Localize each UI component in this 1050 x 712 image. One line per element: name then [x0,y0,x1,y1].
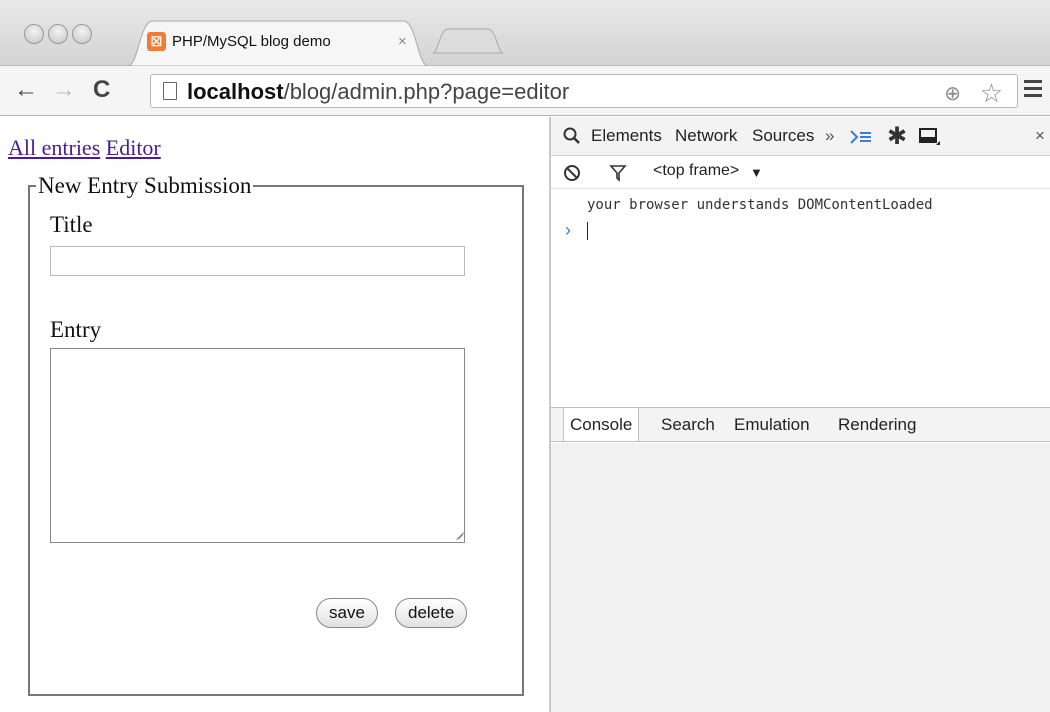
devtools-close-icon[interactable]: × [1035,126,1045,146]
delete-button[interactable]: delete [395,598,468,628]
console-prompt-icon: › [565,220,571,240]
filter-icon[interactable] [609,164,627,182]
chrome-menu-icon[interactable] [1024,80,1042,101]
tab-network[interactable]: Network [675,126,737,146]
window-close-button[interactable] [24,24,44,44]
url-path: /blog/admin.php?page=editor [283,79,570,104]
save-button[interactable]: save [316,598,378,628]
drawer-tab-rendering[interactable]: Rendering [838,408,916,441]
tab-elements[interactable]: Elements [591,126,662,146]
dock-side-icon[interactable] [919,128,941,146]
browser-tabstrip: ☒ PHP/MySQL blog demo × [0,0,1050,67]
window-zoom-button[interactable] [72,24,92,44]
settings-gear-icon[interactable]: ✱ [887,122,907,151]
title-input[interactable] [50,246,465,276]
page-content: All entries Editor New Entry Submission … [0,117,549,712]
back-button[interactable]: ← [14,75,38,105]
url-host: localhost [187,79,284,104]
browser-toolbar: ← → C localhost/blog/admin.php?page=edit… [0,66,1050,116]
drawer-tab-emulation[interactable]: Emulation [734,408,810,441]
reload-button[interactable]: C [93,75,110,105]
drawer-tab-console[interactable]: Console [563,408,640,441]
page-nav: All entries Editor [8,135,161,161]
search-icon[interactable] [563,127,581,145]
zoom-icon[interactable]: ⊕ [944,81,961,106]
form-legend: New Entry Submission [38,173,252,198]
new-tab-button[interactable] [432,28,504,54]
console-drawer-icon[interactable] [849,128,873,146]
entry-label: Entry [50,317,102,342]
frame-selector[interactable]: <top frame> [653,162,739,180]
clear-console-icon[interactable] [563,164,581,182]
all-entries-link[interactable]: All entries [8,135,100,160]
drawer-tab-search[interactable]: Search [661,408,715,441]
bookmark-star-icon[interactable]: ☆ [980,78,1003,109]
url-text[interactable]: localhost/blog/admin.php?page=editor [187,78,569,106]
xampp-favicon-icon: ☒ [147,32,166,51]
tab-title: PHP/MySQL blog demo [172,33,331,50]
drawer-content [551,443,1050,712]
devtools-panel: Elements Network Sources » ✱ × <top fram… [551,117,1050,712]
title-label: Title [50,212,93,237]
console-toolbar: <top frame> ▼ [551,156,1050,189]
drawer-tabbar: Console Search Emulation Rendering [551,407,1050,442]
entry-textarea[interactable] [50,348,465,543]
console-message: your browser understands DOMContentLoade… [587,197,933,213]
address-bar[interactable]: localhost/blog/admin.php?page=editor ⊕ ☆ [150,74,1018,108]
editor-link[interactable]: Editor [106,135,161,160]
devtools-toolbar: Elements Network Sources » ✱ × [551,117,1050,156]
tab-sources[interactable]: Sources [752,126,814,146]
tab-close-icon[interactable]: × [398,33,407,50]
more-tabs-icon[interactable]: » [825,126,834,146]
frame-dropdown-icon[interactable]: ▼ [750,165,763,180]
window-minimize-button[interactable] [48,24,68,44]
forward-button[interactable]: → [52,75,76,105]
console-input-caret[interactable] [587,222,588,240]
page-icon [163,82,177,100]
